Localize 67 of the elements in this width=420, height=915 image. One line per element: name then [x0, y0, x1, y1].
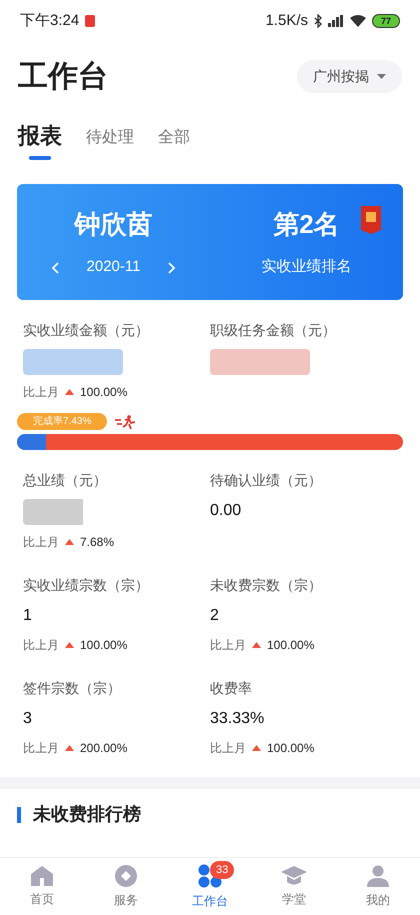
up-triangle-icon	[65, 389, 74, 395]
graduation-cap-icon	[281, 866, 307, 886]
compare-label: 比上月	[210, 637, 246, 654]
app-notification-icon	[85, 15, 96, 27]
next-month-button[interactable]	[168, 262, 176, 274]
metric-label: 收费率	[210, 679, 253, 698]
bluetooth-icon	[314, 14, 322, 28]
chevron-left-icon	[50, 262, 59, 274]
section-title: 未收费排行榜	[33, 803, 141, 826]
chevron-right-icon	[168, 262, 176, 274]
metric-label: 实收业绩宗数（宗）	[23, 576, 150, 595]
notification-badge: 33	[210, 861, 234, 879]
tab[interactable]: 报表	[18, 119, 62, 160]
page-title: 工作台	[18, 59, 108, 95]
nav-tab[interactable]: 首页	[0, 858, 84, 915]
running-man-icon	[115, 414, 138, 430]
compare-label: 比上月	[23, 740, 59, 757]
wifi-icon	[350, 15, 366, 27]
battery-indicator: 77	[372, 14, 400, 28]
metric-value: 1	[23, 606, 33, 626]
metric-label: 签件宗数（宗）	[23, 679, 122, 698]
compare-value: 100.00%	[267, 740, 314, 757]
up-triangle-icon	[65, 745, 74, 751]
compare-label: 比上月	[23, 384, 59, 401]
house-icon	[31, 866, 53, 886]
compare-value: 100.00%	[80, 637, 128, 654]
status-time: 下午3:24	[20, 10, 80, 31]
diamond-circle-icon	[115, 864, 137, 886]
tab[interactable]: 待处理	[86, 126, 134, 160]
compare-value: 7.68%	[80, 534, 114, 551]
metric-label: 未收费宗数（宗）	[210, 576, 323, 595]
metric-label: 待确认业绩（元）	[210, 471, 323, 490]
city-dropdown[interactable]: 广州按揭	[297, 60, 402, 93]
rank-label: 实收业绩排名	[262, 257, 352, 278]
nav-tab[interactable]: 服务	[84, 858, 168, 915]
signal-icon	[328, 15, 344, 27]
compare-value: 200.00%	[80, 740, 128, 757]
compare-value: 100.00%	[80, 384, 128, 401]
person-icon	[367, 864, 389, 886]
section-marker	[17, 806, 21, 822]
up-triangle-icon	[65, 642, 74, 648]
up-triangle-icon	[252, 642, 261, 648]
compare-value: 100.00%	[267, 637, 314, 654]
metric-value: 0.00	[210, 501, 242, 521]
month-label: 2020-11	[86, 257, 140, 278]
nav-tab[interactable]: 我的	[336, 858, 420, 915]
metric-value: 33.33%	[210, 709, 266, 729]
metric-label: 总业绩（元）	[23, 471, 108, 490]
compare-label: 比上月	[23, 637, 59, 654]
network-speed: 1.5K/s	[265, 10, 308, 31]
nav-tab[interactable]: 学堂	[252, 858, 336, 915]
metric-value: 2	[210, 606, 220, 626]
previous-month-button[interactable]	[50, 262, 59, 274]
up-triangle-icon	[65, 539, 74, 545]
nav-tab[interactable]: 工作台 33	[168, 858, 252, 915]
pennant-icon	[361, 206, 381, 234]
compare-label: 比上月	[23, 534, 59, 551]
metric-value: 3	[23, 709, 33, 729]
tab[interactable]: 全部	[158, 126, 190, 160]
completion-badge: 完成率7.43%	[17, 413, 108, 430]
metric-label: 实收业绩金额（元）	[23, 321, 150, 340]
up-triangle-icon	[252, 745, 261, 751]
metric-label: 职级任务金额（元）	[210, 321, 337, 340]
caret-icon	[377, 74, 386, 79]
compare-label: 比上月	[210, 740, 246, 757]
person-name: 钟欣茵	[74, 208, 152, 242]
rank-value: 第2名	[273, 208, 340, 242]
